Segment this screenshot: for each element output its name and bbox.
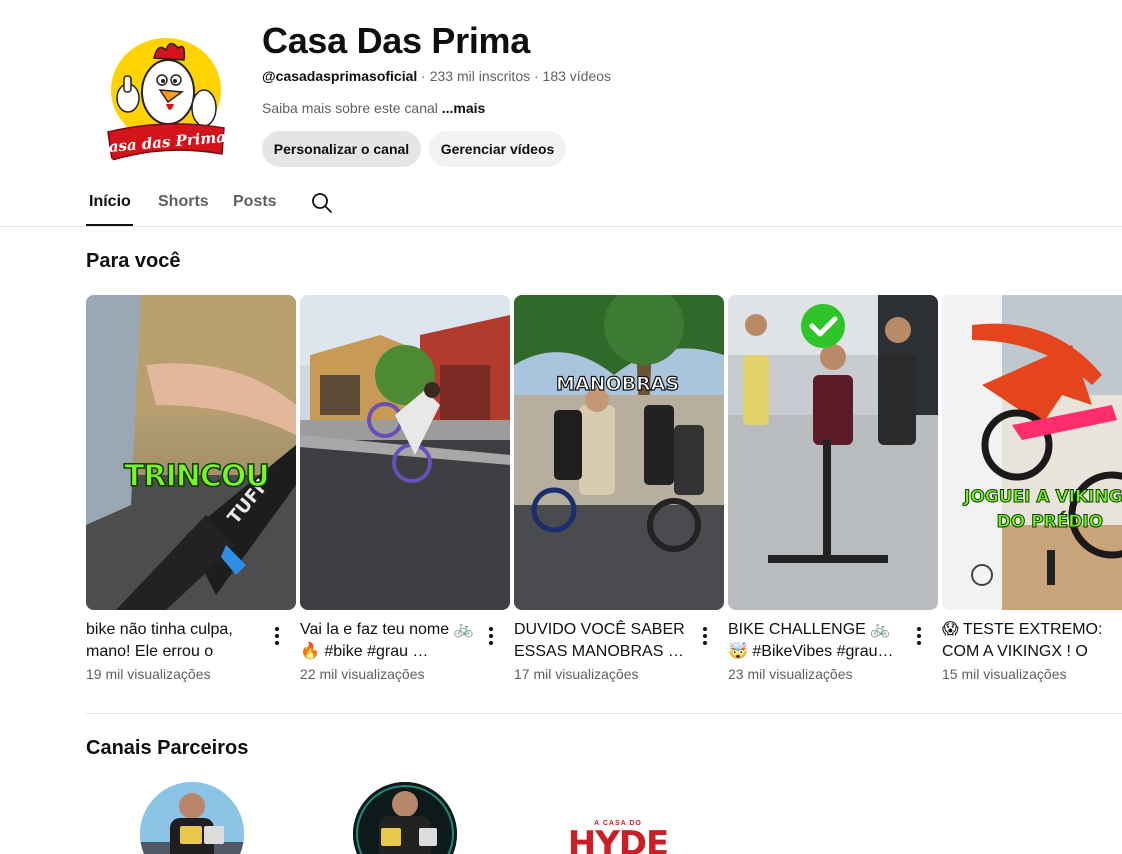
short-card[interactable]: MANOBRAS DUVIDO VOCÊ SABER ESSAS MANOBRA… [514, 295, 724, 682]
channel-about[interactable]: Saiba mais sobre este canal ...mais [262, 100, 485, 116]
short-title[interactable]: DUVIDO VOCÊ SABER ESSAS MANOBRAS … [514, 619, 689, 663]
partner-channel-avatar[interactable]: A CASA DO HYDE [566, 782, 670, 854]
short-title[interactable]: bike não tinha culpa, mano! Ele errou o … [86, 619, 261, 663]
customize-channel-button[interactable]: Personalizar o canal [262, 131, 421, 167]
channel-stats: · 233 mil inscritos · 183 vídeos [417, 68, 612, 84]
short-card[interactable]: Vai la e faz teu nome 🚲 🔥 #bike #grau … … [300, 295, 510, 682]
more-options-icon[interactable] [483, 625, 499, 647]
chicken-logo-icon: Casa das Primas [86, 20, 246, 180]
channel-header: Casa das Primas Casa Das Prima @casadasp… [0, 0, 1122, 180]
channel-avatar[interactable]: Casa das Primas [86, 20, 246, 180]
short-thumbnail[interactable]: JOGUEI A VIKINGX DO PRÉDIO [942, 295, 1122, 610]
short-thumbnail[interactable] [300, 295, 510, 610]
more-options-icon[interactable] [269, 625, 285, 647]
short-views: 19 mil visualizações [86, 666, 211, 682]
short-thumbnail[interactable]: TUFF TRINCOU [86, 295, 296, 610]
thumbnail-overlay-text: MANOBRAS [555, 372, 680, 395]
more-options-icon[interactable] [911, 625, 927, 647]
short-card[interactable]: TUFF TRINCOU bike não tinha culpa, mano!… [86, 295, 296, 682]
overlay-line-1: JOGUEI A VIKINGX [964, 487, 1122, 508]
short-views: 15 mil visualizações [942, 666, 1067, 682]
tab-posts[interactable]: Posts [233, 193, 277, 211]
short-title[interactable]: Vai la e faz teu nome 🚲 🔥 #bike #grau … [300, 619, 475, 663]
short-views: 23 mil visualizações [728, 666, 853, 682]
tab-shorts[interactable]: Shorts [158, 193, 209, 211]
more-options-icon[interactable] [697, 625, 713, 647]
short-card[interactable]: JOGUEI A VIKINGX DO PRÉDIO 😱 TESTE EXTRE… [942, 295, 1122, 682]
partner-logo-big-text: HYDE [567, 824, 670, 854]
short-card[interactable]: BIKE CHALLENGE 🚲 🤯 #BikeVibes #grau… 23 … [728, 295, 938, 682]
tab-inicio[interactable]: Início [89, 193, 131, 211]
short-thumbnail[interactable]: MANOBRAS [514, 295, 724, 610]
search-icon[interactable] [310, 191, 334, 215]
about-more-link[interactable]: ...mais [442, 100, 486, 116]
channel-handle: @casadasprimasoficial [262, 68, 418, 84]
section-divider [86, 713, 1122, 714]
short-title[interactable]: 😱 TESTE EXTREMO: COM A VIKINGX ! O Q… [942, 619, 1117, 663]
active-tab-indicator [86, 224, 133, 226]
shorts-shelf: TUFF TRINCOU bike não tinha culpa, mano!… [86, 295, 1122, 695]
overlay-line-2: DO PRÉDIO [996, 512, 1104, 533]
manage-videos-button[interactable]: Gerenciar vídeos [429, 131, 566, 167]
section-title-partners: Canais Parceiros [86, 737, 249, 759]
short-thumbnail[interactable] [728, 295, 938, 610]
short-views: 22 mil visualizações [300, 666, 425, 682]
partner-channel-avatar[interactable] [140, 782, 244, 854]
short-views: 17 mil visualizações [514, 666, 639, 682]
thumbnail-overlay-text: TRINCOU [123, 458, 270, 495]
section-title-for-you: Para você [86, 250, 181, 272]
thumbnail-overlay-text: JOGUEI A VIKINGX DO PRÉDIO [964, 485, 1122, 535]
about-text: Saiba mais sobre este canal [262, 100, 442, 116]
channel-title: Casa Das Prima [262, 20, 530, 61]
channel-meta: @casadasprimasoficial · 233 mil inscrito… [262, 68, 611, 84]
short-title[interactable]: BIKE CHALLENGE 🚲 🤯 #BikeVibes #grau… [728, 619, 903, 663]
channel-tabs: Início Shorts Posts [0, 180, 1122, 227]
partner-channel-avatar[interactable] [353, 782, 457, 854]
